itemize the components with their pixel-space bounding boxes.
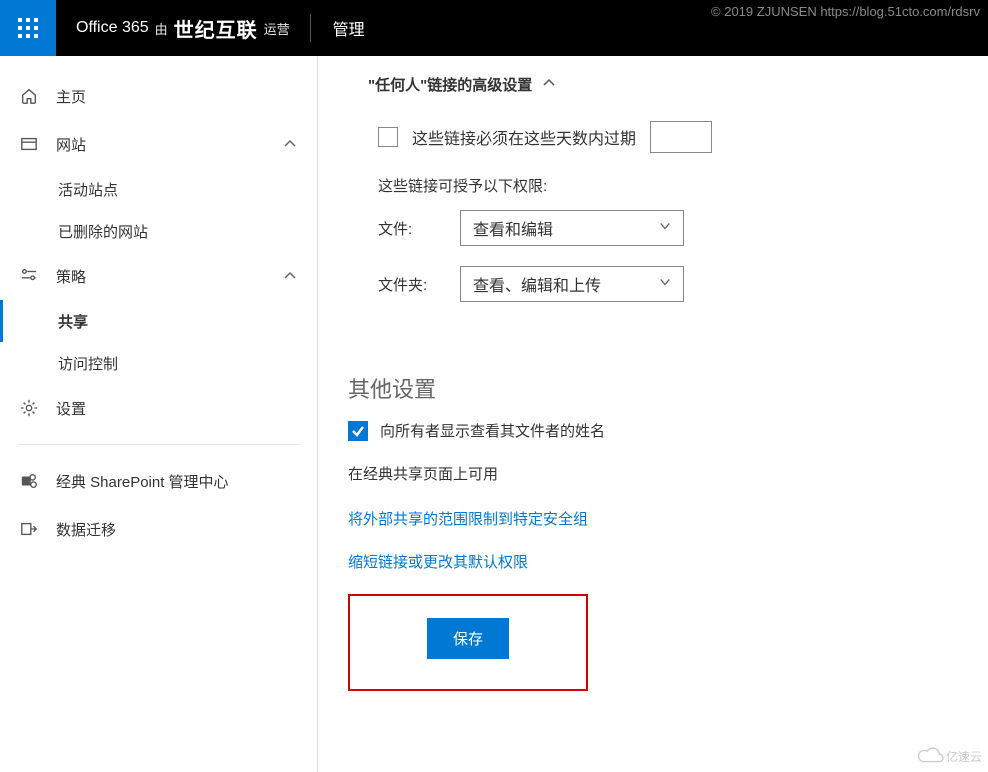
show-owner-label: 向所有者显示查看其文件者的姓名 (380, 420, 605, 441)
footer-logo-text: 亿速云 (946, 748, 982, 765)
sidebar-item-site[interactable]: 网站 (0, 120, 317, 168)
cloud-icon (916, 746, 944, 766)
nav-label: 数据迁移 (56, 519, 297, 540)
expire-label: 这些链接必须在这些天数内过期 (412, 125, 636, 149)
expire-days-input[interactable] (650, 121, 712, 153)
shorten-link[interactable]: 缩短链接或更改其默认权限 (348, 551, 958, 572)
expire-row: 这些链接必须在这些天数内过期 (378, 121, 958, 153)
sidebar-item-classic-admin[interactable]: 经典 SharePoint 管理中心 (0, 457, 317, 505)
watermark-text: © 2019 ZJUNSEN https://blog.51cto.com/rd… (711, 4, 980, 19)
nav-label: 网站 (56, 134, 265, 155)
show-owner-checkbox[interactable] (348, 421, 368, 441)
section-heading: "任何人"链接的高级设置 (368, 74, 532, 95)
sidebar-separator (18, 444, 299, 445)
sidebar-item-home[interactable]: 主页 (0, 72, 317, 120)
file-permission-dropdown[interactable]: 查看和编辑 (460, 210, 684, 246)
permissions-intro: 这些链接可授予以下权限: (378, 175, 958, 196)
nav-label: 策略 (56, 266, 265, 287)
folder-permission-row: 文件夹: 查看、编辑和上传 (378, 266, 958, 302)
file-label: 文件: (378, 218, 432, 239)
classic-note: 在经典共享页面上可用 (348, 463, 958, 484)
expire-checkbox[interactable] (378, 127, 398, 147)
policy-icon (20, 267, 38, 285)
sidebar-item-policy[interactable]: 策略 (0, 252, 317, 300)
sidebar-subitem-deleted-sites[interactable]: 已删除的网站 (0, 210, 317, 252)
save-highlight-box: 保存 (348, 594, 588, 691)
chevron-down-icon (659, 219, 671, 237)
anyone-links-section-toggle[interactable]: "任何人"链接的高级设置 (368, 74, 958, 95)
dropdown-value: 查看、编辑和上传 (473, 272, 601, 296)
save-button[interactable]: 保存 (427, 618, 509, 659)
show-owner-row: 向所有者显示查看其文件者的姓名 (348, 420, 958, 441)
chevron-down-icon (659, 275, 671, 293)
folder-permission-dropdown[interactable]: 查看、编辑和上传 (460, 266, 684, 302)
main-content: "任何人"链接的高级设置 这些链接必须在这些天数内过期 这些链接可授予以下权限:… (318, 56, 988, 772)
sidebar-subitem-active-sites[interactable]: 活动站点 (0, 168, 317, 210)
sidebar-item-migration[interactable]: 数据迁移 (0, 505, 317, 553)
sidebar: 主页 网站 活动站点 已删除的网站 策略 共享 访问控制 设置 经典 Share… (0, 56, 318, 772)
dropdown-value: 查看和编辑 (473, 216, 553, 240)
chevron-up-icon (542, 76, 556, 94)
site-icon (20, 135, 38, 153)
sidebar-item-settings[interactable]: 设置 (0, 384, 317, 432)
sidebar-subitem-sharing[interactable]: 共享 (0, 300, 317, 342)
waffle-icon (18, 18, 38, 38)
admin-label[interactable]: 管理 (311, 16, 387, 40)
sharepoint-icon (20, 472, 38, 490)
gear-icon (20, 399, 38, 417)
file-permission-row: 文件: 查看和编辑 (378, 210, 958, 246)
footer-logo: 亿速云 (916, 746, 982, 766)
nav-label: 经典 SharePoint 管理中心 (56, 471, 297, 492)
brand-by: 由 (155, 19, 168, 38)
brand-suffix: 运营 (264, 19, 290, 38)
brand-prefix: Office 365 (76, 19, 149, 37)
chevron-up-icon (283, 269, 297, 283)
chevron-up-icon (283, 137, 297, 151)
other-settings-heading: 其他设置 (348, 372, 958, 404)
brand-block: Office 365 由 世纪互联 运营 (56, 14, 310, 43)
brand-logo-text: 世纪互联 (174, 14, 258, 43)
nav-label: 主页 (56, 86, 297, 107)
app-launcher-button[interactable] (0, 0, 56, 56)
folder-label: 文件夹: (378, 274, 432, 295)
limit-external-link[interactable]: 将外部共享的范围限制到特定安全组 (348, 508, 958, 529)
nav-label: 设置 (56, 398, 297, 419)
migration-icon (20, 520, 38, 538)
home-icon (20, 87, 38, 105)
sidebar-subitem-access-control[interactable]: 访问控制 (0, 342, 317, 384)
